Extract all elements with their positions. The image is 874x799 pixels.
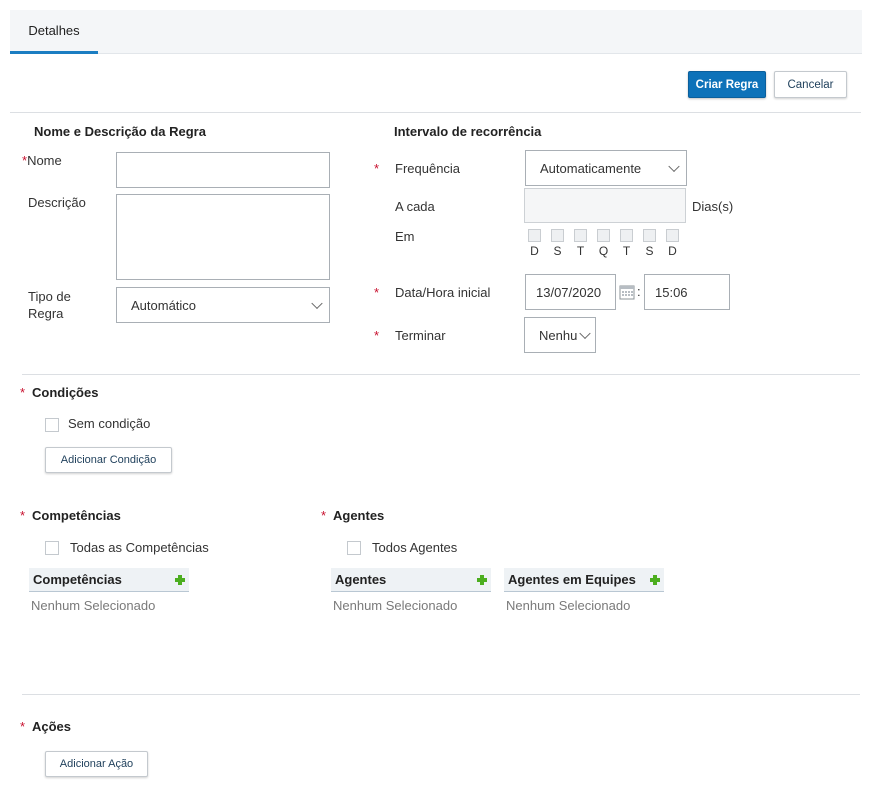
add-icon[interactable] xyxy=(477,575,487,585)
name-label: *Nome xyxy=(22,153,62,168)
required-marker: * xyxy=(20,508,26,523)
cancel-button[interactable]: Cancelar xyxy=(774,71,847,98)
weekday-selector: D S T Q T S D xyxy=(528,229,679,258)
divider xyxy=(10,112,861,113)
weekday-label: S xyxy=(645,244,654,258)
agents-empty-text: Nenhum Selecionado xyxy=(333,598,458,613)
weekday-option[interactable]: T xyxy=(574,229,587,258)
divider xyxy=(22,374,860,375)
tab-detalhes[interactable]: Detalhes xyxy=(10,10,98,54)
weekday-option[interactable]: D xyxy=(666,229,679,258)
agents-grid-header: Agentes xyxy=(331,568,491,592)
weekday-option[interactable]: Q xyxy=(597,229,610,258)
skills-title: Competências xyxy=(32,508,121,523)
skills-grid-header: Competências xyxy=(29,568,189,592)
every-label: A cada xyxy=(395,199,435,214)
every-unit-label: Dias(s) xyxy=(692,199,734,214)
calendar-icon[interactable] xyxy=(619,284,635,300)
frequency-label: Frequência xyxy=(395,161,461,176)
required-marker: * xyxy=(321,508,327,523)
rule-type-select[interactable]: Automático xyxy=(116,287,330,323)
required-marker: * xyxy=(374,285,380,300)
add-icon[interactable] xyxy=(175,575,185,585)
required-marker: * xyxy=(374,328,380,343)
weekday-label: D xyxy=(530,244,539,258)
all-skills-label: Todas as Competências xyxy=(70,540,209,555)
weekday-checkbox[interactable] xyxy=(528,229,541,242)
tab-bar: Detalhes xyxy=(10,10,862,54)
no-condition-label: Sem condição xyxy=(68,416,151,431)
weekday-checkbox[interactable] xyxy=(620,229,633,242)
weekday-checkbox[interactable] xyxy=(666,229,679,242)
weekday-label: T xyxy=(576,244,585,258)
weekday-checkbox[interactable] xyxy=(597,229,610,242)
weekday-label: Q xyxy=(598,244,609,258)
create-rule-button[interactable]: Criar Regra xyxy=(688,71,766,98)
weekday-label: D xyxy=(668,244,677,258)
no-condition-checkbox[interactable] xyxy=(45,418,59,432)
name-field[interactable] xyxy=(116,152,330,188)
rule-type-label: Tipo de Regra xyxy=(28,289,71,321)
weekday-option[interactable]: S xyxy=(643,229,656,258)
end-label: Terminar xyxy=(395,328,446,343)
required-marker: * xyxy=(374,161,380,176)
add-icon[interactable] xyxy=(650,575,660,585)
weekday-checkbox[interactable] xyxy=(574,229,587,242)
frequency-select[interactable]: Automaticamente xyxy=(525,150,687,186)
chevron-down-icon xyxy=(668,160,680,173)
weekday-option[interactable]: T xyxy=(620,229,633,258)
chevron-down-icon xyxy=(579,327,591,340)
weekday-option[interactable]: D xyxy=(528,229,541,258)
agents-title: Agentes xyxy=(333,508,385,523)
all-agents-checkbox[interactable] xyxy=(347,541,361,555)
all-skills-checkbox[interactable] xyxy=(45,541,59,555)
add-action-button[interactable]: Adicionar Ação xyxy=(45,751,148,777)
team-agents-grid-header: Agentes em Equipes xyxy=(504,568,664,592)
skills-empty-text: Nenhum Selecionado xyxy=(31,598,156,613)
end-select[interactable]: Nenhu xyxy=(524,317,596,353)
team-agents-empty-text: Nenhum Selecionado xyxy=(506,598,631,613)
rule-section-title: Nome e Descrição da Regra xyxy=(34,124,206,139)
chevron-down-icon xyxy=(311,297,323,310)
time-separator: : xyxy=(637,284,641,299)
weekday-label: S xyxy=(553,244,562,258)
on-label: Em xyxy=(395,229,415,244)
description-field[interactable] xyxy=(116,194,330,280)
weekday-checkbox[interactable] xyxy=(643,229,656,242)
actions-title: Ações xyxy=(32,719,72,734)
start-date-field[interactable]: 13/07/2020 xyxy=(525,274,616,310)
conditions-title: Condições xyxy=(32,385,99,400)
recurrence-section-title: Intervalo de recorrência xyxy=(394,124,542,139)
all-agents-label: Todos Agentes xyxy=(372,540,458,555)
add-condition-button[interactable]: Adicionar Condição xyxy=(45,447,172,473)
divider xyxy=(22,694,860,695)
every-field[interactable] xyxy=(524,188,686,223)
required-marker: * xyxy=(20,719,26,734)
start-time-field[interactable]: 15:06 xyxy=(644,274,730,310)
weekday-option[interactable]: S xyxy=(551,229,564,258)
weekday-checkbox[interactable] xyxy=(551,229,564,242)
start-datetime-label: Data/Hora inicial xyxy=(395,285,491,300)
required-marker: * xyxy=(20,385,26,400)
description-label: Descrição xyxy=(28,195,86,210)
weekday-label: T xyxy=(622,244,631,258)
